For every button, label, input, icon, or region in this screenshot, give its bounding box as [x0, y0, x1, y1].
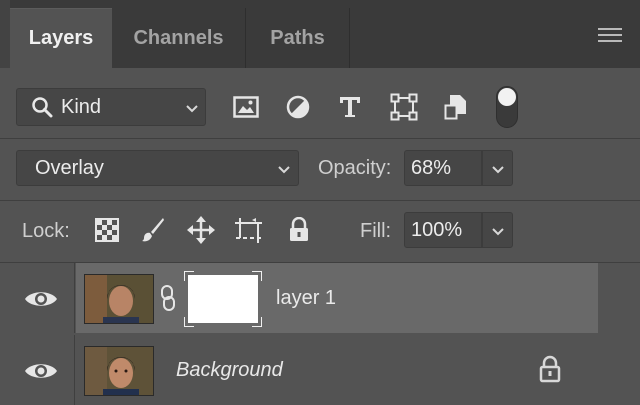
lock-position-icon[interactable] — [186, 214, 216, 246]
search-icon — [32, 97, 53, 118]
panel-tab-bar: Layers Channels Paths — [0, 0, 640, 68]
layer-body[interactable]: layer 1 — [76, 263, 598, 333]
shape-filter-icon[interactable] — [388, 92, 420, 122]
image-filter-icon[interactable] — [230, 92, 262, 122]
lock-artboard-icon[interactable] — [234, 214, 264, 246]
lock-image-pixels-icon[interactable] — [138, 214, 168, 246]
mask-link-icon[interactable] — [159, 285, 177, 311]
lock-label: Lock: — [22, 220, 70, 242]
panel-menu-icon[interactable] — [598, 28, 622, 42]
lock-all-icon[interactable] — [284, 214, 314, 246]
opacity-value: 68% — [411, 157, 452, 179]
visibility-toggle[interactable] — [0, 335, 75, 405]
chevron-down-icon — [278, 166, 290, 174]
toggle-knob — [498, 88, 516, 106]
divider — [0, 138, 640, 139]
chevron-down-icon — [186, 105, 198, 113]
layer-name[interactable]: layer 1 — [276, 287, 336, 310]
tab-paths[interactable]: Paths — [246, 8, 350, 68]
filter-kind-select[interactable]: Kind — [16, 88, 206, 126]
layers-scroll-area — [598, 263, 640, 405]
opacity-input[interactable]: 68% — [404, 150, 482, 186]
layer-row-layer-1[interactable]: layer 1 — [0, 263, 598, 333]
opacity-label: Opacity: — [318, 157, 392, 179]
fill-value: 100% — [411, 219, 463, 241]
filter-kind-label: Kind — [61, 95, 102, 118]
layer-thumbnail[interactable] — [84, 274, 154, 324]
eye-icon — [25, 364, 57, 378]
visibility-toggle[interactable] — [0, 263, 75, 333]
smart-object-filter-icon[interactable] — [440, 92, 472, 122]
fill-label: Fill: — [360, 220, 392, 242]
layer-body[interactable]: Background — [76, 335, 598, 405]
chevron-down-icon — [492, 166, 504, 174]
lock-transparent-pixels-icon[interactable] — [92, 214, 122, 246]
fill-input[interactable]: 100% — [404, 212, 482, 248]
eye-icon — [25, 292, 57, 306]
chevron-down-icon — [492, 228, 504, 236]
lock-icon — [539, 355, 561, 383]
tab-bar-edge — [0, 0, 10, 68]
tab-layers[interactable]: Layers — [10, 8, 112, 68]
divider — [0, 200, 640, 201]
layer-mask-thumbnail[interactable] — [184, 271, 262, 327]
layer-row-background[interactable]: Background — [0, 335, 598, 405]
adjustment-filter-icon[interactable] — [282, 92, 314, 122]
layer-thumbnail[interactable] — [84, 346, 154, 396]
type-filter-icon[interactable] — [334, 92, 366, 122]
tab-channels[interactable]: Channels — [112, 8, 246, 68]
fill-dropdown-button[interactable] — [482, 212, 513, 248]
opacity-dropdown-button[interactable] — [482, 150, 513, 186]
layer-name[interactable]: Background — [176, 359, 283, 382]
filter-toggle-switch[interactable] — [496, 86, 518, 128]
mask-fill — [188, 275, 258, 323]
blend-mode-select[interactable]: Overlay — [16, 150, 299, 186]
blend-mode-value: Overlay — [35, 157, 104, 179]
